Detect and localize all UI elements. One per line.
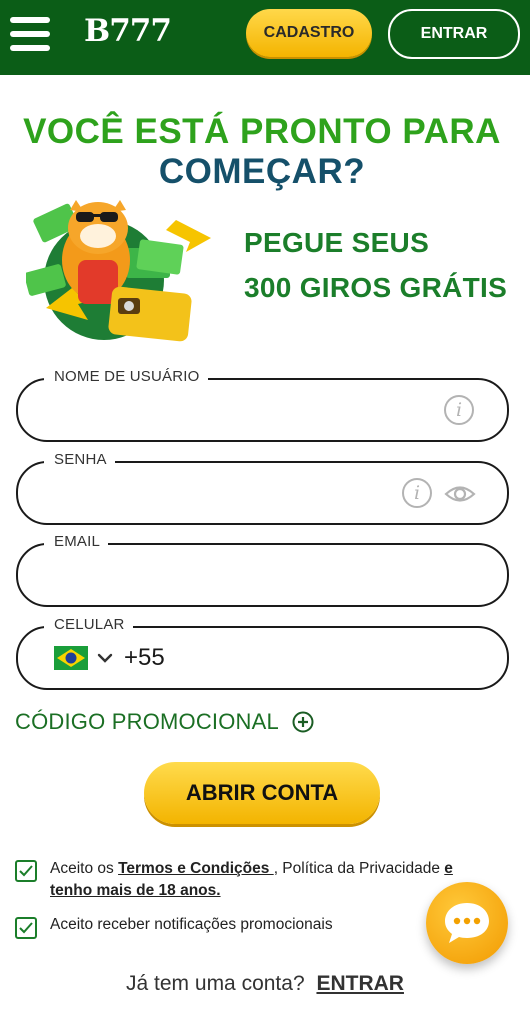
check-icon <box>19 865 33 877</box>
email-field[interactable]: EMAIL <box>16 533 509 607</box>
show-password-eye-icon[interactable] <box>444 483 476 505</box>
hero-title-line2: COMEÇAR? <box>158 152 366 191</box>
terms-text: Aceito os Termos e Condições , Política … <box>50 858 453 902</box>
info-icon[interactable]: i <box>402 478 432 508</box>
email-input[interactable] <box>44 559 428 593</box>
info-icon[interactable]: i <box>444 395 474 425</box>
tiger-mascot-illustration <box>26 200 211 342</box>
phone-field[interactable]: CELULAR +55 <box>16 616 509 690</box>
terms-checkbox[interactable] <box>15 860 37 882</box>
promo-code-label: CÓDIGO PROMOCIONAL <box>15 709 279 734</box>
check-icon <box>19 922 33 934</box>
password-input[interactable] <box>44 477 428 511</box>
email-label: EMAIL <box>44 533 109 550</box>
has-account-text: Já tem uma conta? <box>126 972 305 995</box>
terms-prefix: Aceito os <box>50 860 119 877</box>
top-bar: B777 CADASTRO ENTRAR <box>0 0 530 75</box>
offer-line1: PEGUE SEUS <box>244 227 430 258</box>
menu-icon[interactable] <box>10 17 50 51</box>
logo[interactable]: B777 <box>84 13 172 49</box>
chevron-down-icon <box>97 653 113 663</box>
login-link[interactable]: ENTRAR <box>316 972 404 995</box>
phone-label: CELULAR <box>44 616 133 633</box>
signup-button[interactable]: CADASTRO <box>246 9 372 57</box>
country-code: +55 <box>124 644 165 671</box>
chat-icon <box>445 903 489 943</box>
open-account-button[interactable]: ABRIR CONTA <box>144 762 380 824</box>
age-link[interactable]: tenho mais de 18 anos. <box>50 882 221 899</box>
country-selector[interactable]: +55 <box>54 644 165 672</box>
notifications-checkbox[interactable] <box>15 917 37 939</box>
terms-link[interactable]: Termos e Condições <box>118 860 274 877</box>
offer-line2: 300 GIROS GRÁTIS <box>244 272 508 303</box>
notifications-text: Aceito receber notificações promocionais <box>50 916 333 933</box>
hero-title-line1: VOCÊ ESTÁ PRONTO PARA <box>23 112 501 151</box>
password-label: SENHA <box>44 451 115 468</box>
promo-code-toggle[interactable]: CÓDIGO PROMOCIONAL <box>15 709 314 735</box>
login-button[interactable]: ENTRAR <box>388 9 520 59</box>
brazil-flag-icon <box>54 646 88 670</box>
privacy-text: , Política da Privacidade <box>273 860 445 877</box>
username-input[interactable] <box>44 394 428 428</box>
username-label: NOME DE USUÁRIO <box>44 368 208 385</box>
password-field[interactable]: SENHA i <box>16 451 509 525</box>
login-prompt: Já tem uma conta? ENTRAR <box>0 972 530 996</box>
chat-button[interactable] <box>426 882 508 964</box>
plus-circle-icon <box>292 711 314 733</box>
username-field[interactable]: NOME DE USUÁRIO i <box>16 368 509 442</box>
age-link-start[interactable]: e <box>444 860 453 877</box>
